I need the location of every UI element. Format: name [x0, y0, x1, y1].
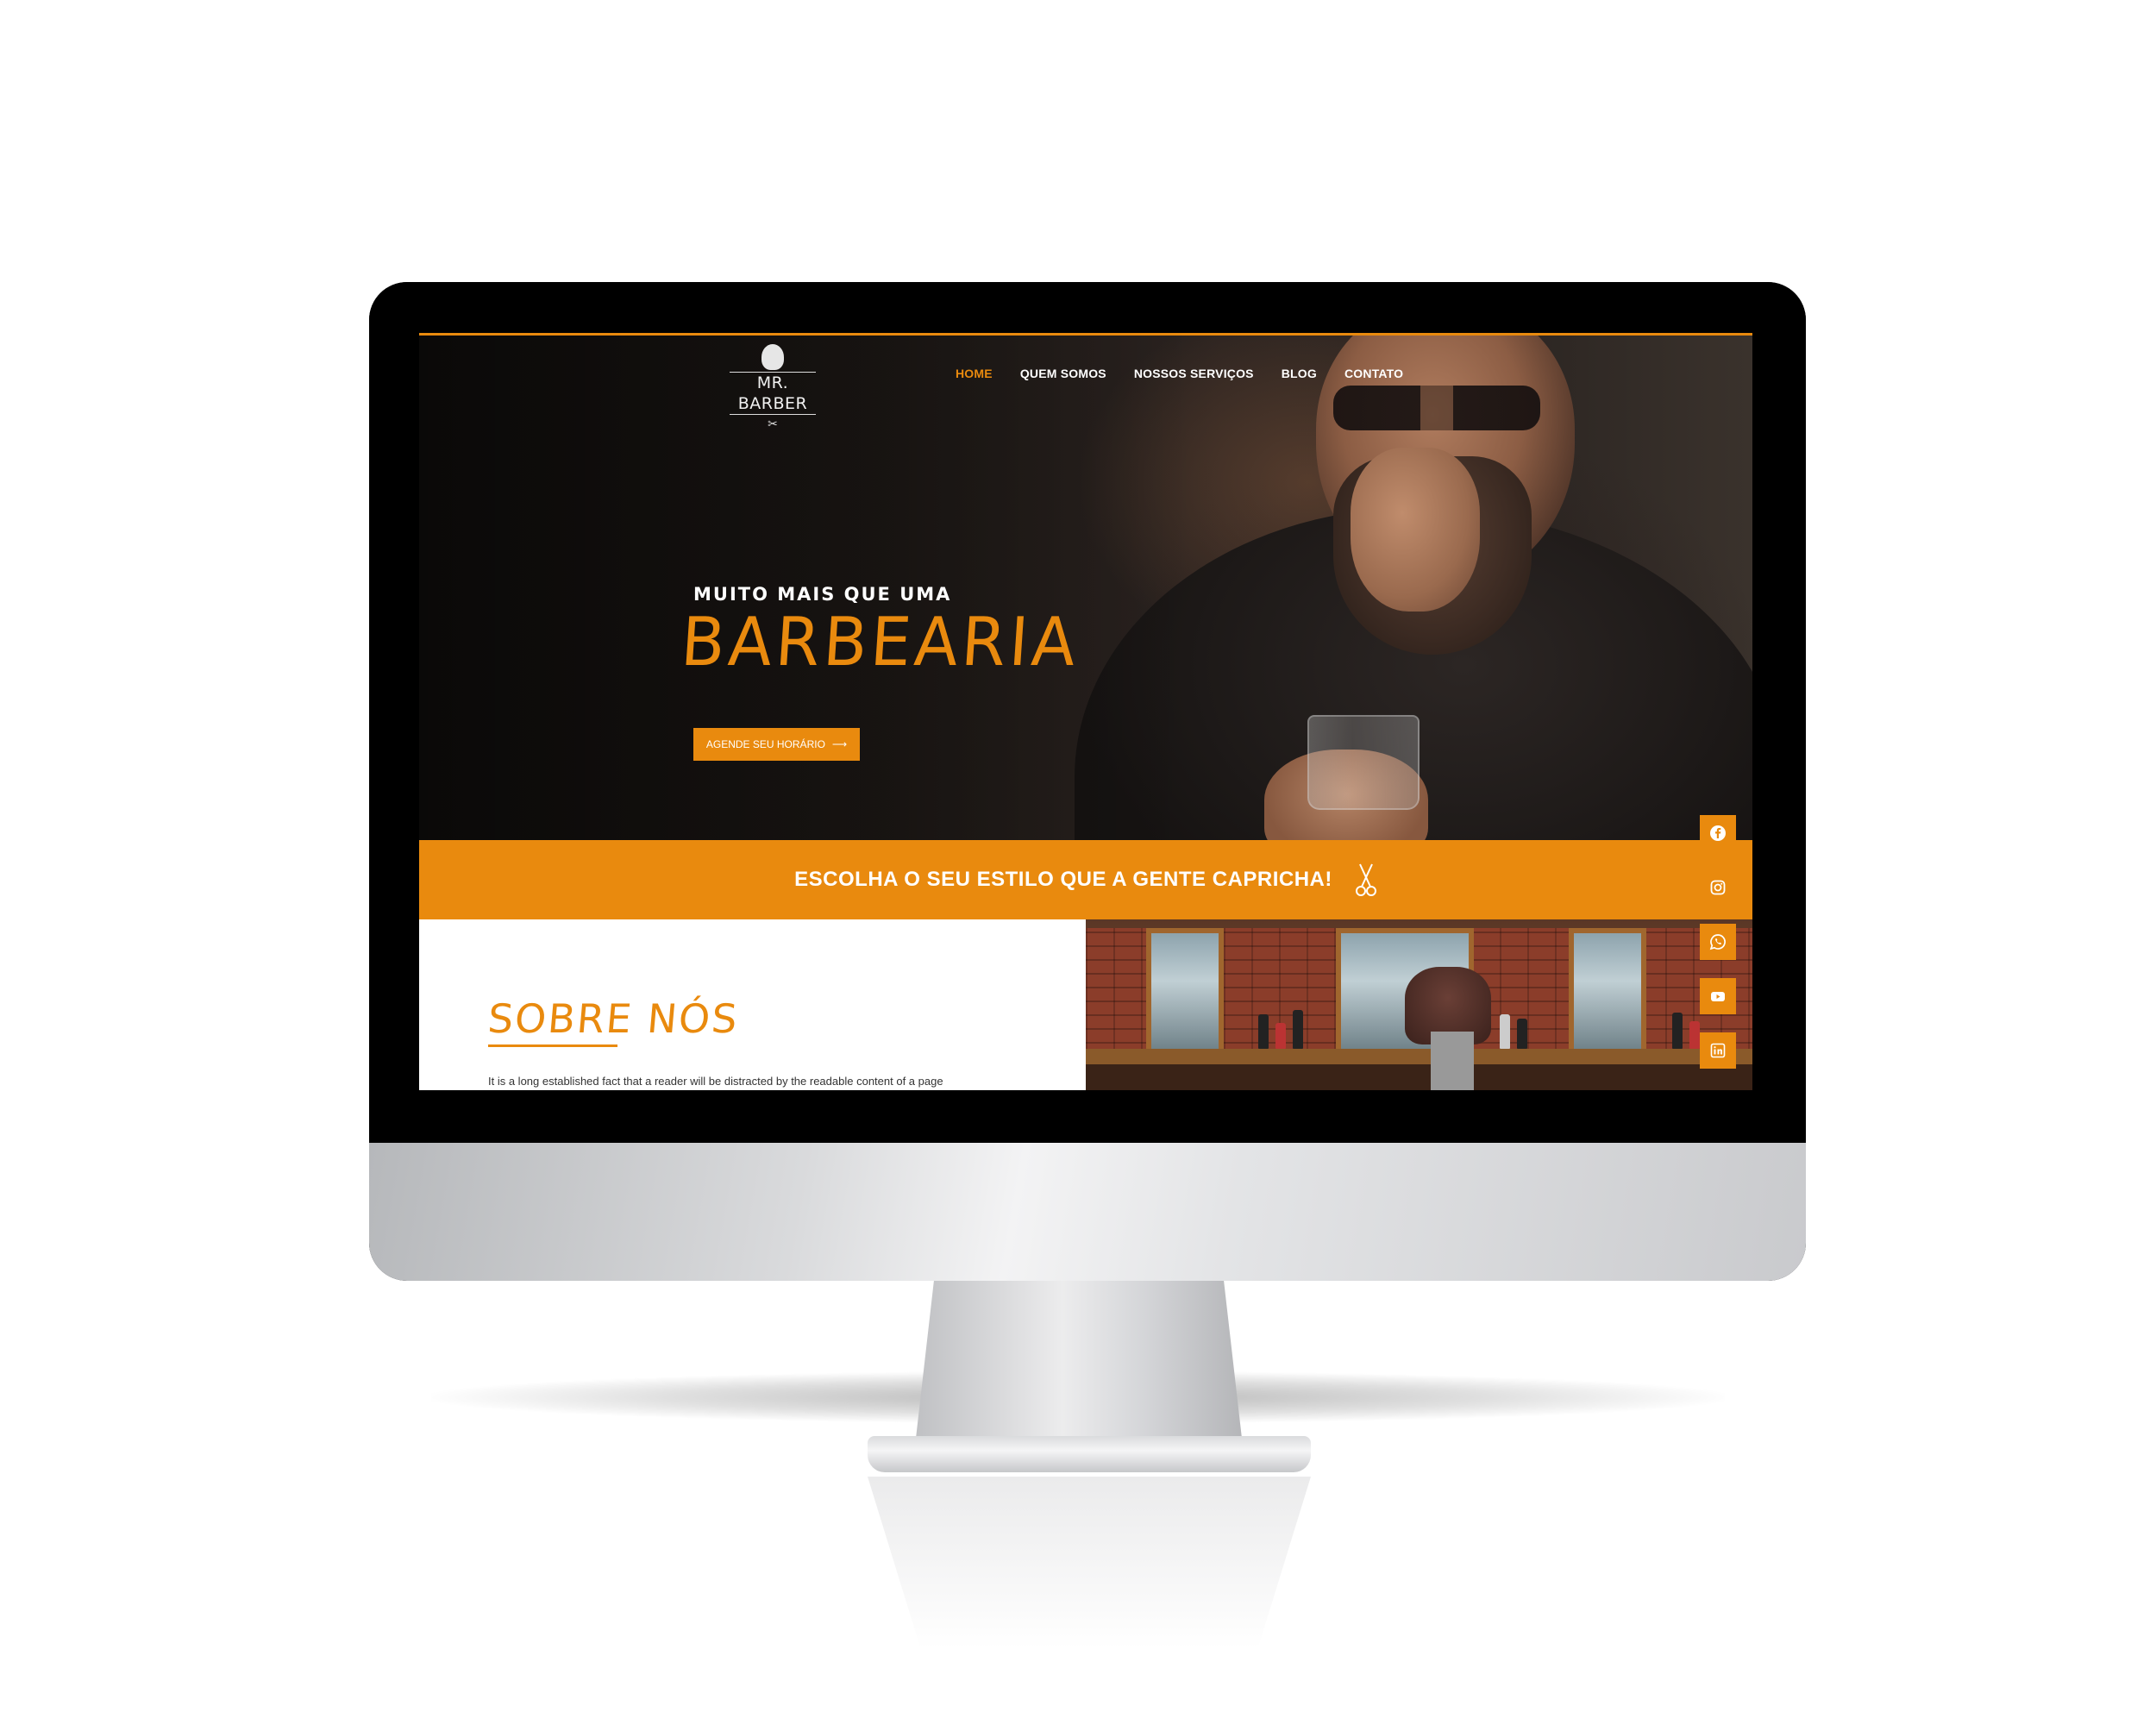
shop-shelf — [1086, 1049, 1752, 1064]
barber-head-icon — [761, 344, 784, 370]
hero-title: BARBEARIA — [679, 603, 1081, 682]
nav-contato[interactable]: CONTATO — [1344, 367, 1403, 380]
shop-mirror — [1569, 928, 1646, 1057]
hero-section: MR. BARBER ✂ HOME QUEM SOMOS NOSSOS SERV… — [419, 336, 1752, 840]
logo-scissors-icon: ✂ — [768, 417, 778, 430]
whatsapp-icon — [1709, 934, 1726, 950]
about-title-underline — [488, 1044, 617, 1047]
nav-home[interactable]: HOME — [956, 367, 993, 380]
arrow-right-icon: ⟶ — [831, 738, 848, 750]
nav-nossos-servicos[interactable]: NOSSOS SERVIÇOS — [1134, 367, 1254, 380]
shop-bottle — [1672, 1013, 1683, 1049]
main-nav: HOME QUEM SOMOS NOSSOS SERVIÇOS BLOG CON… — [956, 367, 1403, 380]
shop-bottle — [1258, 1014, 1269, 1049]
barber-chair-base — [1431, 1032, 1474, 1090]
shop-bottle — [1293, 1010, 1303, 1049]
facebook-icon — [1710, 825, 1726, 841]
monitor-stand-base — [868, 1436, 1311, 1472]
scissors-icon — [1355, 863, 1376, 896]
shop-bottle — [1517, 1019, 1527, 1049]
hero-photo-drink-glass — [1307, 715, 1420, 810]
linkedin-icon — [1710, 1043, 1726, 1058]
nav-quem-somos[interactable]: QUEM SOMOS — [1020, 367, 1106, 380]
instagram-icon — [1710, 880, 1726, 895]
style-banner-text: ESCOLHA O SEU ESTILO QUE A GENTE CAPRICH… — [794, 868, 1332, 891]
shop-bottle — [1500, 1014, 1510, 1049]
hero-subtitle: MUITO MAIS QUE UMA — [693, 584, 952, 605]
monitor-chin — [369, 1143, 1806, 1281]
schedule-button-label: AGENDE SEU HORÁRIO — [705, 738, 825, 750]
about-title: SOBRE NÓS — [486, 995, 741, 1042]
site-logo[interactable]: MR. BARBER ✂ — [730, 344, 816, 430]
shop-mirror — [1146, 928, 1224, 1057]
logo-text: MR. BARBER — [730, 372, 816, 415]
nav-blog[interactable]: BLOG — [1282, 367, 1317, 380]
youtube-icon — [1711, 992, 1725, 1001]
barbershop-photo — [1086, 919, 1752, 1090]
about-text: It is a long established fact that a rea… — [488, 1075, 943, 1088]
schedule-button[interactable]: AGENDE SEU HORÁRIO ⟶ — [693, 728, 860, 761]
linkedin-button[interactable] — [1700, 1032, 1736, 1069]
hero-photo-hand — [1351, 448, 1480, 612]
social-sidebar — [1700, 815, 1736, 1069]
whatsapp-button[interactable] — [1700, 924, 1736, 960]
about-section: SOBRE NÓS It is a long established fact … — [419, 919, 1086, 1090]
instagram-button[interactable] — [1700, 869, 1736, 906]
facebook-button[interactable] — [1700, 815, 1736, 851]
monitor-stand-neck — [914, 1281, 1244, 1453]
shop-bottle — [1275, 1023, 1286, 1049]
hero-photo-sunglasses — [1333, 386, 1540, 430]
shop-counter — [1086, 1064, 1752, 1090]
style-banner: ESCOLHA O SEU ESTILO QUE A GENTE CAPRICH… — [419, 840, 1752, 919]
shop-bottle — [1689, 1021, 1700, 1049]
youtube-button[interactable] — [1700, 978, 1736, 1014]
website-screen: MR. BARBER ✂ HOME QUEM SOMOS NOSSOS SERV… — [419, 333, 1752, 1090]
stand-reflection — [868, 1477, 1311, 1649]
